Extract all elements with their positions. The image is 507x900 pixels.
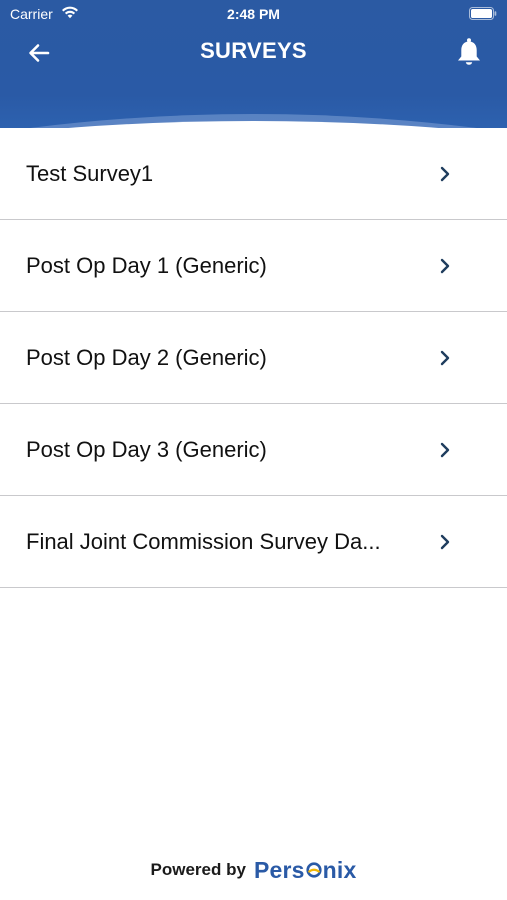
chevron-right-icon <box>440 258 450 273</box>
status-bar: Carrier 2:48 PM <box>0 0 507 28</box>
survey-item-test-survey1[interactable]: Test Survey1 <box>0 128 507 220</box>
battery-icon <box>469 7 497 20</box>
survey-item-final-joint-commission[interactable]: Final Joint Commission Survey Da... <box>0 496 507 588</box>
personix-logo: Pers nix <box>254 857 357 884</box>
survey-item-post-op-day-2[interactable]: Post Op Day 2 (Generic) <box>0 312 507 404</box>
powered-by-label: Powered by <box>150 860 246 879</box>
brand-prefix: Pers <box>253 856 305 883</box>
clock-time: 2:48 PM <box>227 6 280 22</box>
chevron-right-icon <box>440 350 450 365</box>
survey-item-label: Post Op Day 1 (Generic) <box>26 252 267 278</box>
brand-suffix: nix <box>322 856 357 883</box>
survey-list: Test Survey1 Post Op Day 1 (Generic) Pos… <box>0 128 507 588</box>
footer-powered-by: Powered by Pers nix <box>0 853 507 887</box>
survey-item-label: Test Survey1 <box>26 160 154 186</box>
survey-item-label: Post Op Day 3 (Generic) <box>26 436 267 462</box>
logo-o-icon <box>306 862 322 878</box>
page-title: SURVEYS <box>200 38 307 63</box>
survey-item-post-op-day-3[interactable]: Post Op Day 3 (Generic) <box>0 404 507 496</box>
chevron-right-icon <box>440 166 450 181</box>
bell-icon[interactable] <box>455 37 483 67</box>
survey-item-label: Final Joint Commission Survey Da... <box>26 528 381 554</box>
survey-item-label: Post Op Day 2 (Generic) <box>26 344 267 370</box>
survey-item-post-op-day-1[interactable]: Post Op Day 1 (Generic) <box>0 220 507 312</box>
header-bar: Carrier 2:48 PM SURVEYS <box>0 0 507 138</box>
chevron-right-icon <box>440 534 450 549</box>
chevron-right-icon <box>440 442 450 457</box>
